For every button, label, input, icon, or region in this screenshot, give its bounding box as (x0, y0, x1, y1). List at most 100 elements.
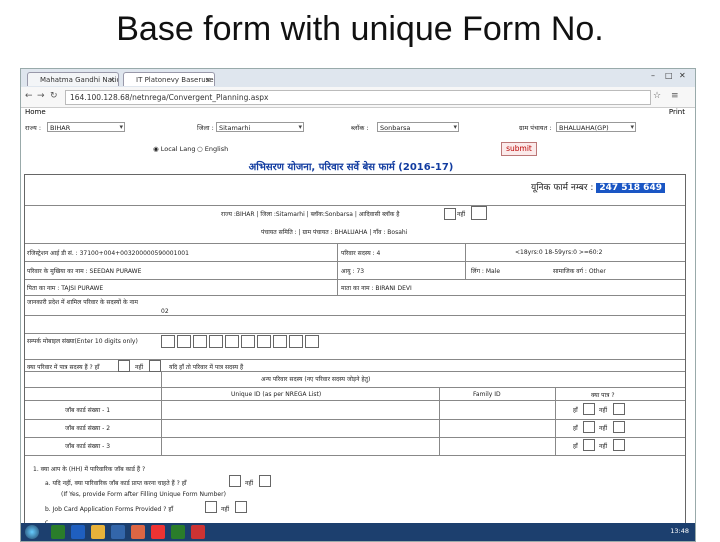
close-icon[interactable]: × (205, 73, 211, 86)
job-card-label-1: जॉब कार्ड संख्या - 1 (65, 407, 111, 414)
question-1a-note: (If Yes, provide Form after Filling Uniq… (61, 491, 226, 498)
q1a-no-checkbox[interactable] (259, 475, 271, 487)
submit-button[interactable]: submit (501, 142, 537, 156)
mobile-label: सम्पर्क मोबाइल संख्या(Enter 10 digits on… (27, 338, 138, 345)
ie-icon[interactable] (71, 525, 85, 539)
eligible-no-label: नहीं (135, 364, 144, 371)
back-icon[interactable]: ← (25, 91, 33, 101)
district-label: जिला : (197, 124, 214, 132)
forward-icon[interactable]: → (37, 91, 45, 101)
block-select[interactable]: Sonbarsa (377, 122, 459, 132)
table-caption: अन्य परिवार सदस्य (नए परिवार सदस्य जोड़न… (261, 376, 371, 383)
district-select[interactable]: Sitamarhi (216, 122, 304, 132)
state-select[interactable]: BIHAR (47, 122, 125, 132)
mobile-digit-2[interactable] (177, 335, 191, 348)
excel-icon[interactable] (51, 525, 65, 539)
browser-tab-1[interactable]: Mahatma Gandhi Nationa × (27, 72, 119, 86)
survey-form: यूनिक फार्म नम्बर : 247 518 649 राज्य :B… (24, 174, 686, 541)
job-card-label-3: जॉब कार्ड संख्या - 3 (65, 443, 111, 450)
tribal-yes-checkbox[interactable] (444, 208, 456, 220)
block-label: ब्लॉक : (351, 124, 369, 132)
member-count: 02 (161, 308, 169, 315)
question-1b: b. Job Card Application Forms Provided ?… (45, 506, 174, 513)
family-members: परिवार सदस्य : 4 (341, 250, 381, 257)
folder-icon[interactable] (91, 525, 105, 539)
panchayat-summary: पंचायत समिति : | ग्राम पंचायत : BHALUAHA… (261, 229, 408, 236)
column-unique-id: Unique ID (as per NREGA List) (231, 391, 322, 398)
close-icon[interactable]: × (109, 73, 115, 86)
powerpoint-icon[interactable] (191, 525, 205, 539)
tribal-no-label: नहीं (457, 211, 466, 218)
chrome-icon[interactable] (151, 525, 165, 539)
q1b-yes-checkbox[interactable] (205, 501, 217, 513)
print-link[interactable]: Print (669, 108, 685, 116)
window-close-icon[interactable]: ✕ (679, 71, 686, 80)
menu-icon[interactable]: ≡ (671, 91, 679, 101)
mobile-digit-9[interactable] (289, 335, 303, 348)
reload-icon[interactable]: ↻ (50, 91, 58, 101)
mobile-digit-6[interactable] (241, 335, 255, 348)
windows-taskbar: 13:48 (21, 523, 695, 541)
radio-english[interactable]: ○ English (197, 145, 228, 153)
address-bar-row: ← → ↻ 164.100.128.68/netnrega/Convergent… (21, 87, 695, 108)
head-name: परिवार के मुखिया का नाम : SEEDAN PURAWE (27, 268, 142, 275)
mother-name: माता का नाम : BIRANI DEVI (341, 285, 412, 292)
tab-2-label: IT Platonevy Baserusen (136, 76, 215, 84)
mobile-digit-5[interactable] (225, 335, 239, 348)
no-label: नहीं (599, 425, 608, 432)
q1b-no-checkbox[interactable] (235, 501, 247, 513)
mobile-digit-8[interactable] (273, 335, 287, 348)
age-breakdown: <18yrs:0 18-59yrs:0 >=60:2 (515, 249, 603, 256)
start-button-icon[interactable] (25, 525, 39, 539)
maximize-icon[interactable]: □ (665, 71, 673, 80)
head-gender: लिंग : Male (471, 268, 501, 275)
location-summary: राज्य :BIHAR | जिला :Sitamarhi | ब्लॉक:S… (221, 211, 400, 218)
eligible-yes-checkbox[interactable] (118, 360, 130, 372)
head-caste: सामाजिक वर्ग : Other (553, 268, 606, 275)
eligible-count-question: यदि हाँ तो परिवार में पात्र सदस्य हैं (169, 364, 244, 371)
tribal-no-checkbox[interactable] (471, 206, 487, 220)
location-selectors: राज्य : BIHAR जिला : Sitamarhi ब्लॉक : S… (21, 121, 695, 137)
home-link[interactable]: Home (25, 108, 46, 116)
q1a-yes-checkbox[interactable] (229, 475, 241, 487)
mobile-digit-3[interactable] (193, 335, 207, 348)
question-1a: a. यदि नहीं, क्या पारिवारिक जॉब कार्ड प्… (45, 480, 187, 487)
mobile-digit-7[interactable] (257, 335, 271, 348)
no-label: नहीं (599, 407, 608, 414)
column-status: क्या पात्र ? (591, 392, 615, 399)
browser-tab-2[interactable]: IT Platonevy Baserusen × (123, 72, 215, 86)
yes-label: हाँ (573, 407, 578, 414)
yes-label: हाँ (573, 425, 578, 432)
row-2-yes-checkbox[interactable] (583, 421, 595, 433)
radio-english-label: English (204, 145, 229, 153)
row-3-yes-checkbox[interactable] (583, 439, 595, 451)
panchayat-label: ग्राम पंचायत : (519, 124, 552, 132)
page-bar: Home Print (21, 107, 695, 119)
mobile-digit-1[interactable] (161, 335, 175, 348)
row-1-yes-checkbox[interactable] (583, 403, 595, 415)
row-2-no-checkbox[interactable] (613, 421, 625, 433)
row-1-no-checkbox[interactable] (613, 403, 625, 415)
head-age: आयु : 73 (341, 268, 365, 275)
mobile-digit-4[interactable] (209, 335, 223, 348)
no-label: नहीं (599, 443, 608, 450)
form-title: अभिसरण योजना, परिवार सर्वे बेस फार्म (20… (248, 162, 454, 173)
unique-form-number: यूनिक फार्म नम्बर : 247 518 649 (531, 180, 665, 193)
q1a-no-label: नहीं (245, 480, 254, 487)
bookmark-icon[interactable]: ☆ (653, 91, 661, 101)
panchayat-select[interactable]: BHALUAHA(GP) (556, 122, 636, 132)
question-1: 1. क्या आप के (HH) में पारिवारिक जॉब कार… (33, 466, 146, 473)
members-note: जानकारी प्रदेश में शामिल परिवार के सदस्य… (27, 299, 138, 306)
unique-label: यूनिक फार्म नम्बर : (531, 183, 594, 193)
row-3-no-checkbox[interactable] (613, 439, 625, 451)
mobile-digit-10[interactable] (305, 335, 319, 348)
radio-local-label: Local Lang (160, 145, 196, 153)
eligible-no-checkbox[interactable] (149, 360, 161, 372)
yes-label: हाँ (573, 443, 578, 450)
radio-local-lang[interactable]: ◉ Local Lang (153, 145, 196, 153)
minimize-icon[interactable]: – (651, 71, 655, 80)
url-input[interactable]: 164.100.128.68/netnrega/Convergent_Plann… (65, 90, 651, 105)
media-icon[interactable] (131, 525, 145, 539)
excel-icon-2[interactable] (171, 525, 185, 539)
word-icon[interactable] (111, 525, 125, 539)
